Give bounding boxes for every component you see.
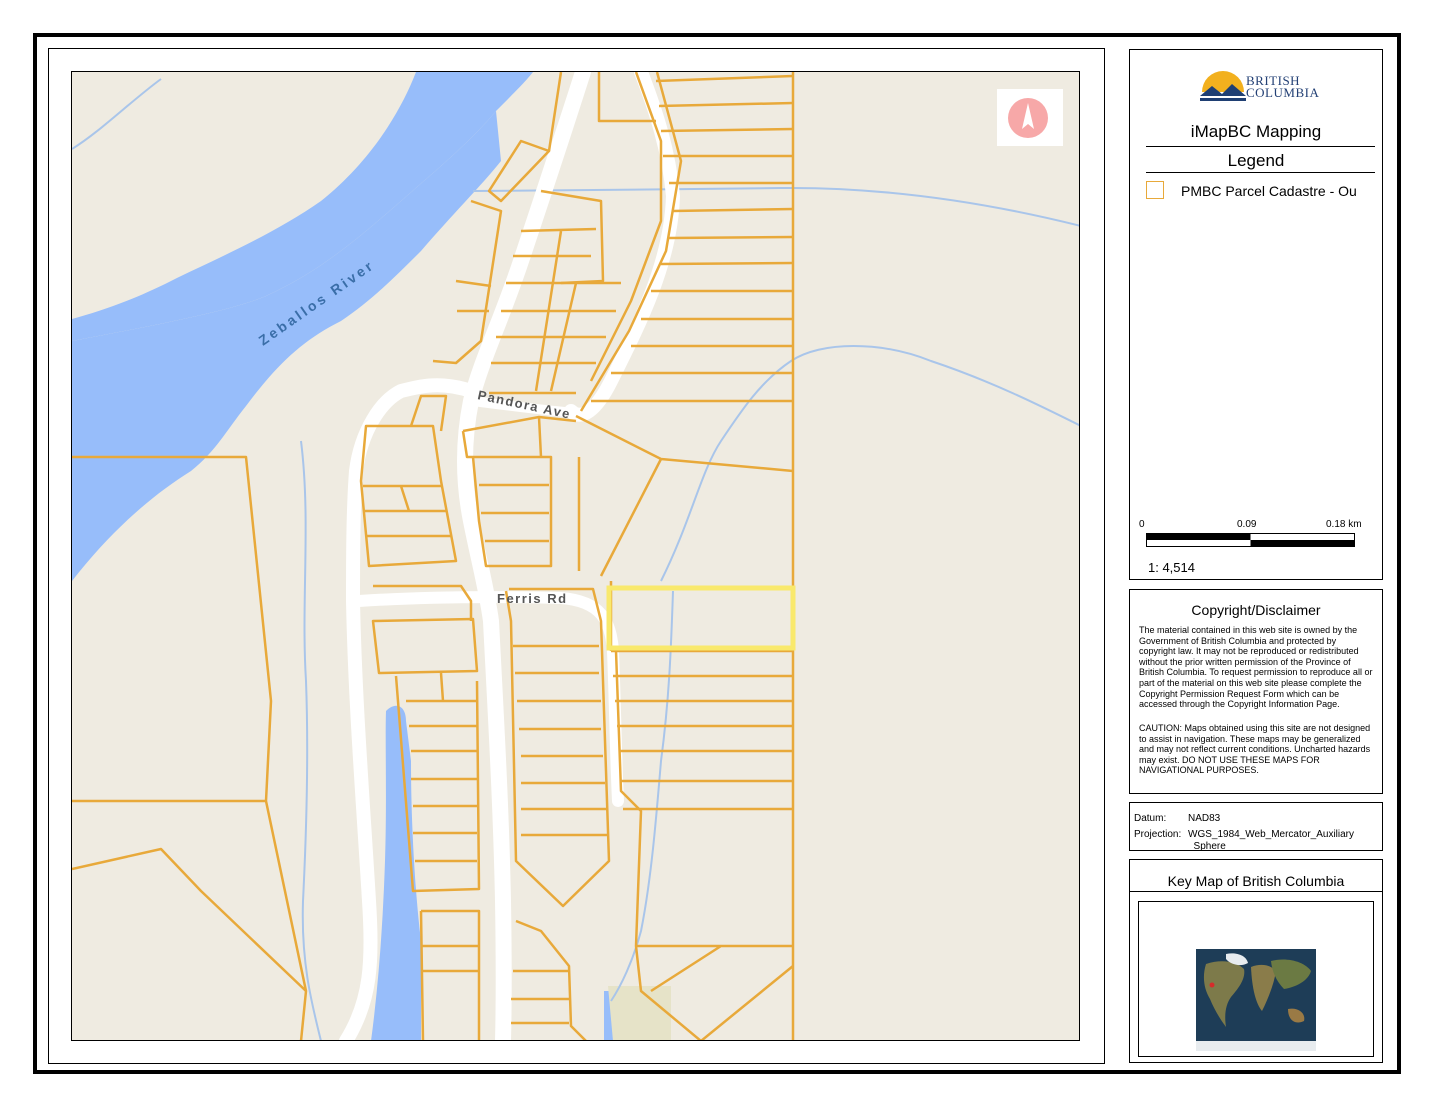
legend-panel: BRITISH COLUMBIA iMapBC Mapping Legend P…: [1129, 49, 1383, 580]
park-area: [608, 986, 671, 1040]
projection-row: Projection: WGS_1984_Web_Mercator_Auxili…: [1134, 829, 1354, 851]
legend-title: Legend: [1227, 151, 1285, 170]
bc-logo-text: BRITISH COLUMBIA: [1246, 74, 1320, 100]
selected-parcel-highlight: [606, 585, 796, 651]
keymap-panel: Key Map of British Columbia: [1129, 859, 1383, 1063]
title-divider: [1146, 146, 1375, 147]
scale-tick-mid: 0.09: [1237, 519, 1257, 530]
keymap-title: Key Map of British Columbia: [1167, 873, 1345, 889]
keymap-frame: [1138, 901, 1374, 1057]
projection-value: WGS_1984_Web_Mercator_Auxiliary _Sphere: [1188, 829, 1355, 851]
map-canvas[interactable]: Zeballos River Pandora Ave Ferris Rd: [71, 71, 1080, 1041]
legend-divider: [1146, 172, 1375, 173]
scale-tick-0: 0: [1139, 519, 1145, 530]
streams: [72, 78, 1079, 1040]
road-label-ferris: Ferris Rd: [497, 591, 568, 606]
legend-label-parcel: PMBC Parcel Cadastre - Ou: [1181, 183, 1357, 199]
datum-panel: Datum: NAD83 Projection: WGS_1984_Web_Me…: [1129, 802, 1383, 851]
caution-text: CAUTION: Maps obtained using this site a…: [1139, 723, 1371, 776]
copyright-panel: Copyright/Disclaimer The material contai…: [1129, 589, 1383, 794]
datum-label: Datum:: [1134, 813, 1167, 824]
lagoon: [371, 705, 421, 1040]
copyright-title: Copyright/Disclaimer: [1191, 602, 1321, 618]
keymap-divider: [1130, 891, 1382, 892]
scale-ratio: 1: 4,514: [1148, 560, 1195, 575]
scale-bar: [1146, 533, 1355, 547]
bc-sun-icon: [1200, 71, 1246, 101]
copyright-body: The material contained in this web site …: [1139, 625, 1373, 710]
projection-label: Projection:: [1134, 829, 1182, 840]
map-svg: Zeballos River Pandora Ave Ferris Rd: [72, 72, 1079, 1040]
datum-row: Datum: NAD83: [1134, 813, 1220, 824]
bc-logo-line2: COLUMBIA: [1246, 85, 1320, 100]
world-map-image: [1196, 949, 1316, 1051]
bc-logo: BRITISH COLUMBIA: [1198, 68, 1320, 106]
datum-value: NAD83: [1188, 813, 1221, 824]
north-arrow: [997, 89, 1063, 146]
north-arrow-icon: [1008, 98, 1048, 138]
map-title: iMapBC Mapping: [1190, 122, 1322, 141]
scale-tick-end: 0.18 km: [1326, 519, 1362, 530]
legend-swatch-parcel: [1146, 181, 1164, 199]
